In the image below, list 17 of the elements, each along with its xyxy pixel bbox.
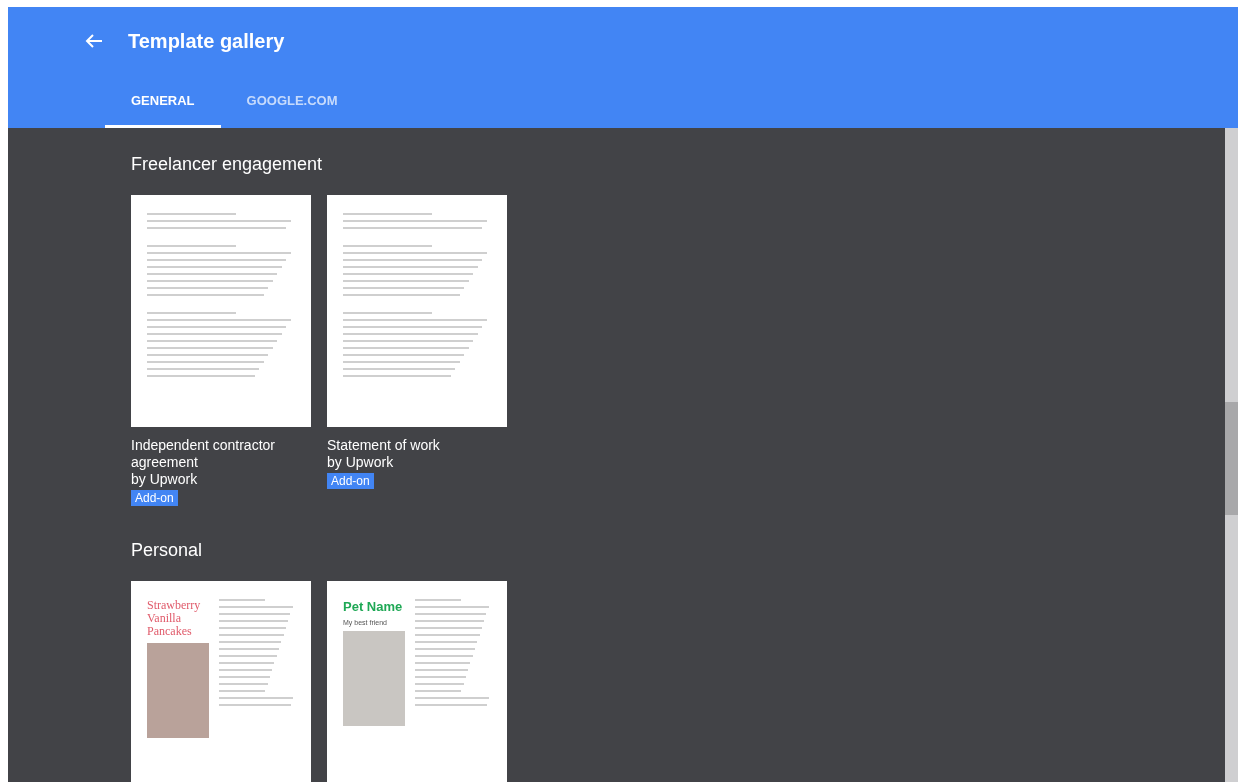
document-thumbnail[interactable] xyxy=(327,195,507,427)
template-author: by Upwork xyxy=(327,454,395,471)
preview-title: Strawberry Vanilla Pancakes xyxy=(147,599,202,638)
template-author: by Upwork xyxy=(131,471,199,488)
preview-title: Pet Name xyxy=(343,599,404,614)
section-title: Personal xyxy=(131,540,204,561)
page-title: Template gallery xyxy=(128,29,285,53)
recipe-thumbnail[interactable]: Strawberry Vanilla Pancakes xyxy=(131,581,311,782)
add-on-badge: Add-on xyxy=(327,473,374,489)
scrollbar-thumb[interactable] xyxy=(1225,402,1238,515)
scrollbar[interactable] xyxy=(1225,128,1238,782)
tab[interactable]: GOOGLE.COM xyxy=(220,75,364,128)
add-on-badge: Add-on xyxy=(131,490,178,506)
template-name: Statement of work xyxy=(327,437,441,454)
document-thumbnail[interactable] xyxy=(131,195,311,427)
section-title: Freelancer engagement xyxy=(131,154,324,175)
back-arrow-icon xyxy=(85,33,103,49)
